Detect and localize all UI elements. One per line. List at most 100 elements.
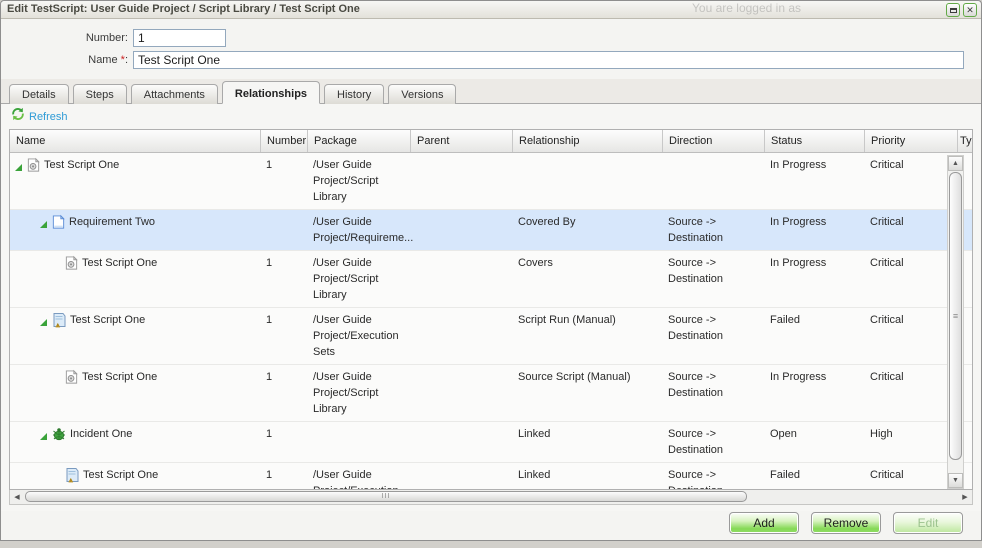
package-cell: /User Guide Project/Execution xyxy=(307,463,410,489)
column-header-priority[interactable]: Priority xyxy=(864,130,957,152)
direction-cell: Source -> Destination xyxy=(662,251,764,307)
tab-versions[interactable]: Versions xyxy=(388,84,456,104)
direction-cell: Source -> Destination xyxy=(662,308,764,364)
column-header-direction[interactable]: Direction xyxy=(662,130,764,152)
tree-expander-icon[interactable] xyxy=(39,316,48,332)
name-input[interactable] xyxy=(133,51,964,69)
page-background-strip xyxy=(0,541,982,548)
direction-cell: Source -> Destination xyxy=(662,463,764,489)
table-row[interactable]: Test Script One1/User Guide Project/Exec… xyxy=(10,308,972,365)
scroll-left-arrow[interactable]: ◀ xyxy=(10,491,24,504)
relationship-cell: Linked xyxy=(512,422,662,462)
status-cell: In Progress xyxy=(764,251,864,307)
number-cell: 1 xyxy=(260,153,307,209)
vertical-scroll-thumb[interactable]: ≡ xyxy=(949,172,962,460)
tab-details[interactable]: Details xyxy=(9,84,69,104)
number-cell: 1 xyxy=(260,308,307,364)
maximize-button[interactable] xyxy=(946,3,960,17)
table-row[interactable]: Test Script One1/User Guide Project/Scri… xyxy=(10,365,972,422)
status-cell: Failed xyxy=(764,308,864,364)
number-cell: 1 xyxy=(260,463,307,489)
tab-relationships[interactable]: Relationships xyxy=(222,81,320,104)
column-header-parent[interactable]: Parent xyxy=(410,130,512,152)
column-header-name[interactable]: Name xyxy=(10,130,260,152)
close-button[interactable]: ✕ xyxy=(963,3,977,17)
artifact-name: Test Script One xyxy=(44,157,119,173)
table-row[interactable]: Incident One1LinkedSource -> Destination… xyxy=(10,422,972,463)
priority-cell: Critical xyxy=(864,308,957,364)
scroll-up-arrow[interactable]: ▲ xyxy=(948,156,963,171)
package-cell: /User Guide Project/Script Library xyxy=(307,251,410,307)
column-header-relationship[interactable]: Relationship xyxy=(512,130,662,152)
scroll-right-arrow[interactable]: ▶ xyxy=(958,491,972,504)
direction-cell: Source -> Destination xyxy=(662,422,764,462)
name-label: Name *: xyxy=(1,54,133,66)
direction-cell: Source -> Destination xyxy=(662,365,764,421)
status-cell: In Progress xyxy=(764,153,864,209)
grid-header: Name Number Package Parent Relationship … xyxy=(10,130,972,153)
refresh-link[interactable]: Refresh xyxy=(29,111,68,123)
add-button[interactable]: Add xyxy=(729,512,799,534)
parent-cell xyxy=(410,463,512,489)
artifact-name: Test Script One xyxy=(83,467,158,483)
tab-attachments[interactable]: Attachments xyxy=(131,84,218,104)
relationships-grid: Name Number Package Parent Relationship … xyxy=(9,129,973,490)
package-cell: /User Guide Project/Script Library xyxy=(307,153,410,209)
column-header-number[interactable]: Number xyxy=(260,130,307,152)
tab-history[interactable]: History xyxy=(324,84,384,104)
priority-cell: High xyxy=(864,422,957,462)
package-cell: /User Guide Project/Requireme... xyxy=(307,210,410,250)
table-row[interactable]: Requirement Two/User Guide Project/Requi… xyxy=(10,210,972,251)
scroll-down-arrow[interactable]: ▼ xyxy=(948,473,963,488)
test-script-icon xyxy=(64,255,79,276)
status-cell: Failed xyxy=(764,463,864,489)
table-row[interactable]: Test Script One 1/User Guide Project/Exec… xyxy=(10,463,972,489)
tabstrip: Details Steps Attachments Relationships … xyxy=(1,79,981,104)
status-cell: In Progress xyxy=(764,365,864,421)
incident-icon xyxy=(51,426,67,447)
vertical-scrollbar[interactable]: ▲ ≡ ▼ xyxy=(947,155,964,489)
priority-cell: Critical xyxy=(864,153,957,209)
dialog-titlebar[interactable]: You are logged in as Edit TestScript: Us… xyxy=(1,1,981,19)
test-run-failed-icon xyxy=(51,312,67,333)
tab-steps[interactable]: Steps xyxy=(73,84,127,104)
test-script-icon xyxy=(26,157,41,178)
relationship-cell: Script Run (Manual) xyxy=(512,308,662,364)
parent-cell xyxy=(410,422,512,462)
requirement-icon xyxy=(51,214,66,235)
table-row[interactable]: Test Script One 1/User Guide Project/Scri… xyxy=(10,153,972,210)
direction-cell: Source -> Destination xyxy=(662,210,764,250)
relationship-cell: Linked xyxy=(512,463,662,489)
horizontal-scrollbar[interactable]: ◀ III ▶ xyxy=(9,490,973,505)
artifact-name: Incident One xyxy=(70,426,132,442)
relationship-cell xyxy=(512,153,662,209)
relationship-cell: Source Script (Manual) xyxy=(512,365,662,421)
relationships-panel: Refresh Name Number Package Parent Relat… xyxy=(1,104,981,511)
relationship-cell: Covered By xyxy=(512,210,662,250)
package-cell xyxy=(307,422,410,462)
parent-cell xyxy=(410,251,512,307)
artifact-name: Test Script One xyxy=(82,255,157,271)
column-header-status[interactable]: Status xyxy=(764,130,864,152)
horizontal-scroll-thumb[interactable]: III xyxy=(25,491,747,502)
tree-expander-icon[interactable] xyxy=(14,161,23,177)
parent-cell xyxy=(410,365,512,421)
number-cell: 1 xyxy=(260,365,307,421)
dialog-title: Edit TestScript: User Guide Project / Sc… xyxy=(7,3,360,15)
footer-actions: Add Remove Edit xyxy=(1,506,981,540)
tree-expander-icon[interactable] xyxy=(39,430,48,446)
parent-cell xyxy=(410,210,512,250)
priority-cell: Critical xyxy=(864,463,957,489)
artifact-name: Requirement Two xyxy=(69,214,155,230)
status-cell: In Progress xyxy=(764,210,864,250)
number-input[interactable] xyxy=(133,29,226,47)
table-row[interactable]: Test Script One1/User Guide Project/Scri… xyxy=(10,251,972,308)
edit-button[interactable]: Edit xyxy=(893,512,963,534)
column-header-type[interactable]: Ty xyxy=(957,130,972,152)
refresh-icon xyxy=(11,107,25,126)
remove-button[interactable]: Remove xyxy=(811,512,881,534)
column-header-package[interactable]: Package xyxy=(307,130,410,152)
tree-expander-icon[interactable] xyxy=(39,218,48,234)
parent-cell xyxy=(410,308,512,364)
number-cell xyxy=(260,210,307,250)
